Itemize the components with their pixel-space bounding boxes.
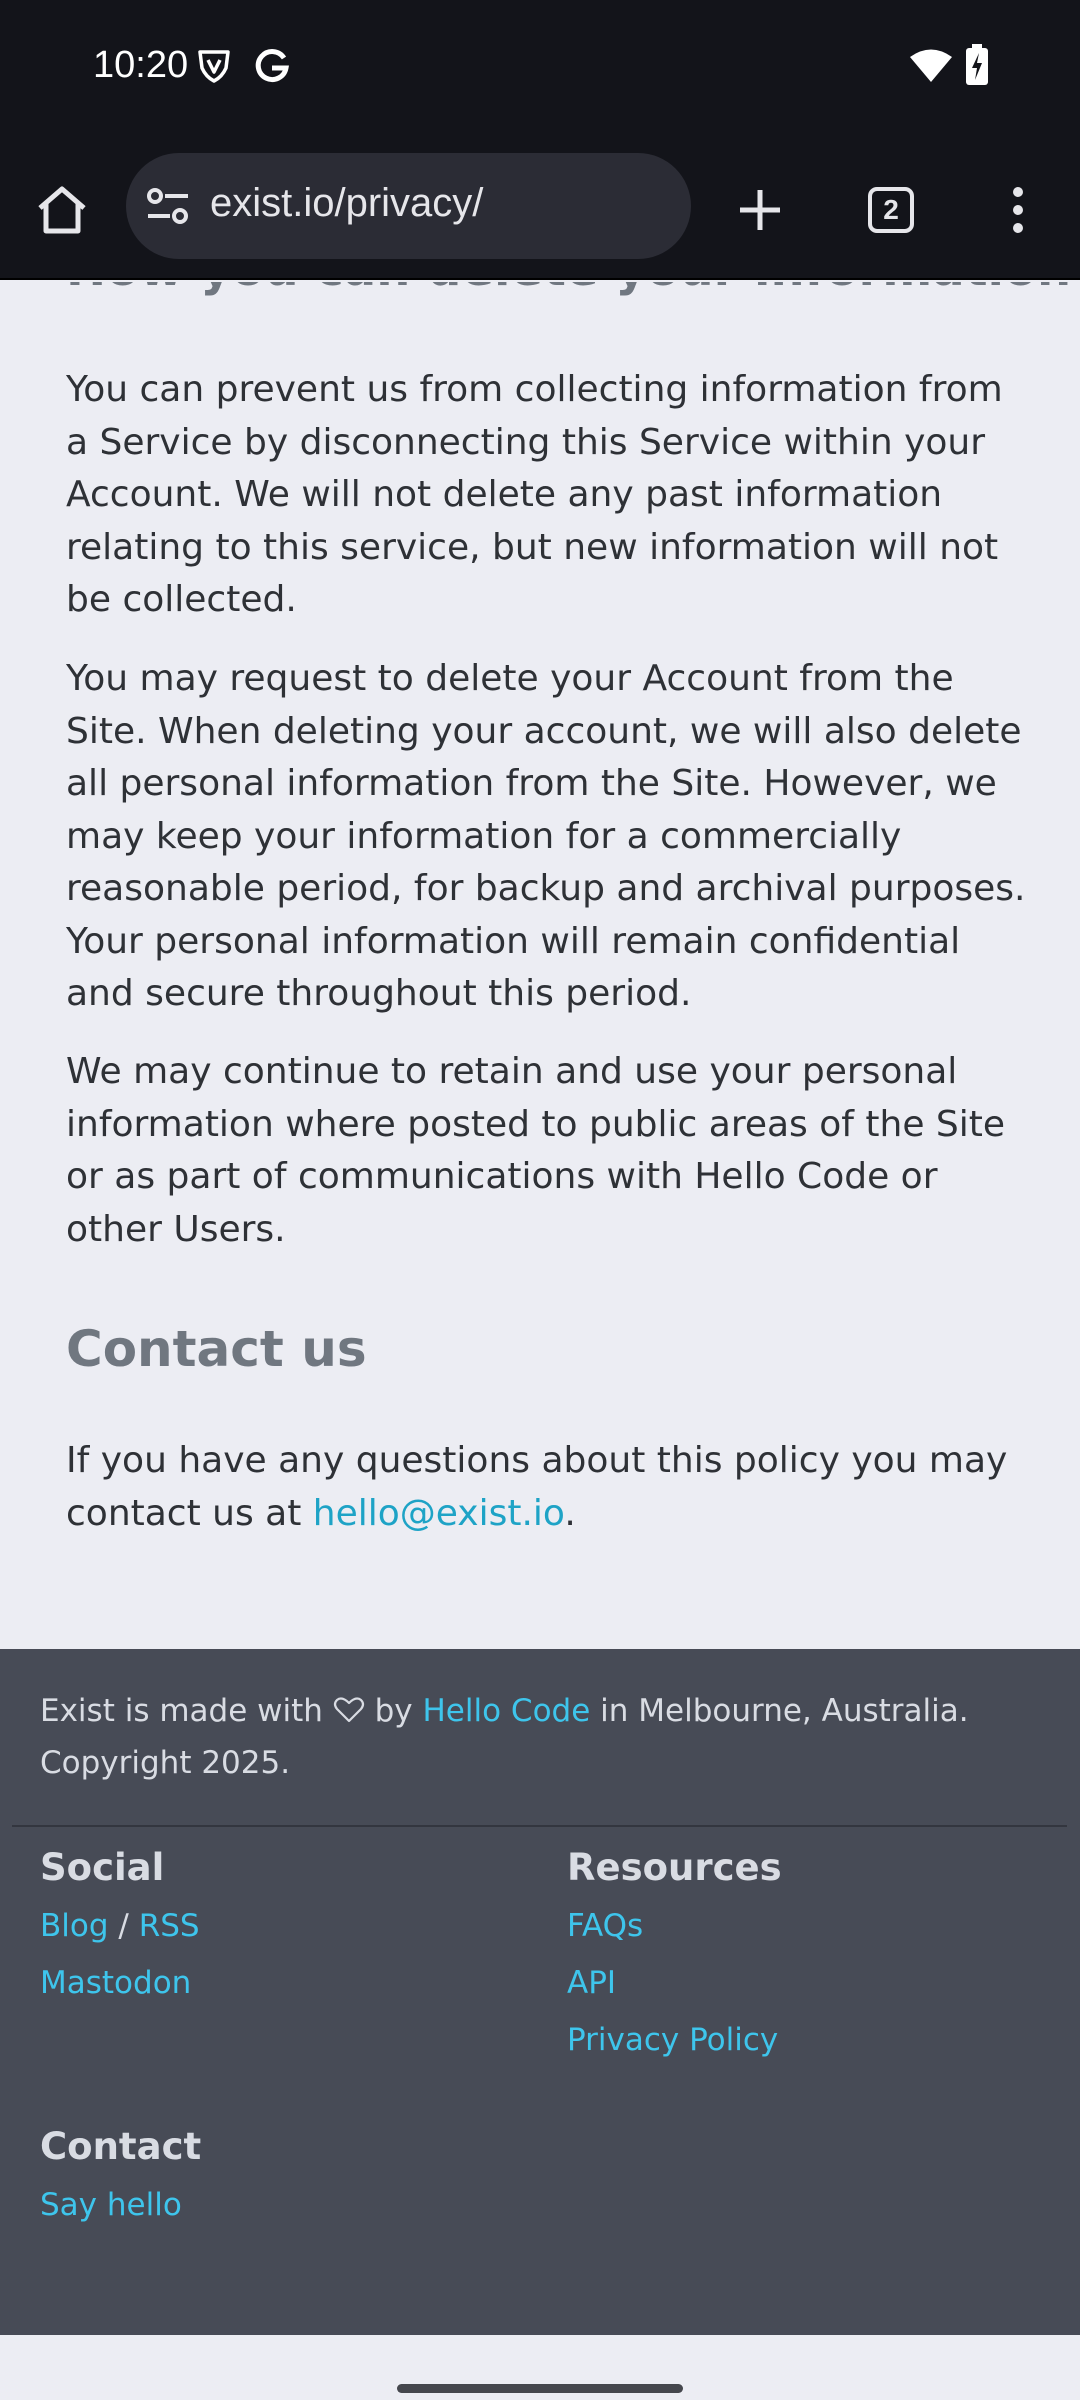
more-menu-button[interactable] bbox=[978, 170, 1058, 250]
footer-heading-contact: Contact bbox=[40, 2125, 202, 2168]
footer-column-contact: Contact Say hello bbox=[40, 2123, 201, 2234]
battery-charging-icon bbox=[966, 44, 988, 85]
faqs-link[interactable]: FAQs bbox=[567, 1908, 643, 1944]
footer-contact-links: Say hello bbox=[40, 2177, 201, 2234]
tab-count: 2 bbox=[883, 194, 899, 225]
home-button[interactable] bbox=[22, 170, 102, 250]
page-content: How you can delete your information You … bbox=[0, 282, 1080, 1649]
paragraph-contact: If you have any questions about this pol… bbox=[66, 1435, 1026, 1540]
footer-made-prefix: Exist is made with bbox=[40, 1693, 323, 1729]
paragraph-retain-public-info: We may continue to retain and use your p… bbox=[66, 1051, 1006, 1250]
footer-divider bbox=[12, 1825, 1067, 1827]
link-separator: / bbox=[118, 1908, 129, 1944]
section-heading-contact-us: Contact us bbox=[66, 1320, 367, 1378]
footer-resources-links: FAQs API Privacy Policy bbox=[567, 1898, 782, 2069]
paragraph-delete-account: You may request to delete your Account f… bbox=[66, 658, 1026, 1014]
address-bar[interactable]: exist.io/privacy/ bbox=[126, 153, 691, 259]
heart-icon bbox=[333, 1697, 364, 1723]
footer-social-links: Blog / RSS Mastodon bbox=[40, 1898, 200, 2012]
say-hello-link[interactable]: Say hello bbox=[40, 2187, 182, 2223]
contact-text-end: . bbox=[564, 1492, 576, 1534]
footer-heading-social: Social bbox=[40, 1846, 165, 1889]
rss-link[interactable]: RSS bbox=[139, 1908, 200, 1944]
footer-made-by: by bbox=[374, 1693, 413, 1729]
browser-toolbar: exist.io/privacy/ 2 bbox=[0, 140, 1080, 280]
new-tab-plus-icon bbox=[740, 190, 780, 230]
google-icon bbox=[255, 49, 289, 83]
footer-column-resources: Resources FAQs API Privacy Policy bbox=[567, 1844, 782, 2069]
footer-credits: Exist is made with by Hello Code in Melb… bbox=[40, 1685, 1050, 1789]
gesture-handle[interactable] bbox=[397, 2384, 683, 2393]
mastodon-link[interactable]: Mastodon bbox=[40, 1965, 191, 2001]
footer-heading-resources: Resources bbox=[567, 1846, 782, 1889]
new-tab-button[interactable] bbox=[720, 170, 800, 250]
privacy-policy-link[interactable]: Privacy Policy bbox=[567, 2022, 778, 2058]
status-time: 10:20 bbox=[93, 44, 189, 86]
tab-switcher-button[interactable]: 2 bbox=[851, 170, 931, 250]
home-icon bbox=[38, 186, 86, 234]
api-link[interactable]: API bbox=[567, 1965, 616, 2001]
wifi-icon bbox=[910, 49, 952, 82]
url-text: exist.io/privacy/ bbox=[210, 181, 484, 225]
tabs-icon: 2 bbox=[868, 187, 914, 233]
more-menu-icon bbox=[1013, 187, 1023, 233]
blog-link[interactable]: Blog bbox=[40, 1908, 109, 1944]
status-bar: 10:20 bbox=[0, 0, 1080, 140]
contact-email-link[interactable]: hello@exist.io bbox=[313, 1493, 565, 1534]
footer-copyright: Copyright 2025. bbox=[40, 1745, 291, 1781]
site-settings-icon[interactable] bbox=[146, 186, 190, 226]
section-heading-delete-info: How you can delete your information bbox=[66, 282, 1071, 297]
vpn-shield-icon bbox=[198, 50, 230, 83]
footer-column-social: Social Blog / RSS Mastodon bbox=[40, 1844, 200, 2012]
hello-code-link[interactable]: Hello Code bbox=[423, 1693, 591, 1729]
footer-location: in Melbourne, Australia. bbox=[600, 1693, 969, 1729]
paragraph-disconnect-service: You can prevent us from collecting infor… bbox=[66, 369, 1003, 620]
